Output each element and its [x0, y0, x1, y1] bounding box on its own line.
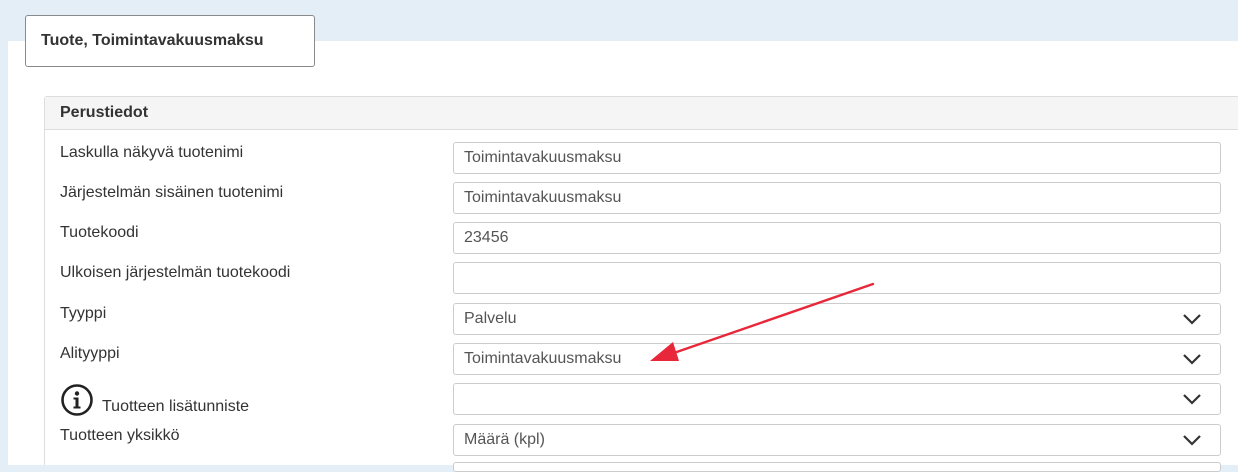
label-subtype: Alityyppi	[60, 345, 120, 362]
subtype-select[interactable]: Toimintavakuusmaksu	[453, 343, 1221, 375]
label-product-code: Tuotekoodi	[60, 224, 139, 241]
next-field-partial[interactable]	[453, 462, 1221, 472]
chevron-down-icon	[1183, 394, 1201, 405]
label-external-product-code: Ulkoisen järjestelmän tuotekoodi	[60, 264, 291, 281]
field-value: 23456	[464, 229, 509, 246]
type-select[interactable]: Palvelu	[453, 303, 1221, 335]
field-value: Palvelu	[464, 310, 517, 327]
label-type: Tyyppi	[60, 305, 107, 322]
field-value: Määrä (kpl)	[464, 431, 545, 448]
internal-product-name-input[interactable]: Toimintavakuusmaksu	[453, 182, 1221, 214]
panel-title: Perustiedot	[60, 104, 149, 121]
label-product-extra-id: Tuotteen lisätunniste	[102, 398, 250, 415]
tab-product[interactable]: Tuote, Toimintavakuusmaksu	[25, 15, 315, 67]
label-product-unit: Tuotteen yksikkö	[60, 427, 180, 444]
tab-label: Tuote, Toimintavakuusmaksu	[41, 32, 264, 49]
product-code-input[interactable]: 23456	[453, 222, 1221, 254]
label-invoice-product-name: Laskulla näkyvä tuotenimi	[60, 144, 244, 161]
product-unit-select[interactable]: Määrä (kpl)	[453, 424, 1221, 456]
field-value: Toimintavakuusmaksu	[464, 350, 622, 367]
field-value: Toimintavakuusmaksu	[464, 149, 622, 166]
panel-header: Perustiedot	[45, 97, 1238, 130]
field-value: Toimintavakuusmaksu	[464, 189, 622, 206]
info-circle-icon[interactable]	[60, 383, 94, 417]
external-product-code-input[interactable]	[453, 262, 1221, 294]
label-internal-product-name: Järjestelmän sisäinen tuotenimi	[60, 184, 284, 201]
chevron-down-icon	[1183, 314, 1201, 325]
chevron-down-icon	[1183, 435, 1201, 446]
invoice-product-name-input[interactable]: Toimintavakuusmaksu	[453, 142, 1221, 174]
product-extra-id-select[interactable]	[453, 383, 1221, 415]
chevron-down-icon	[1183, 354, 1201, 365]
